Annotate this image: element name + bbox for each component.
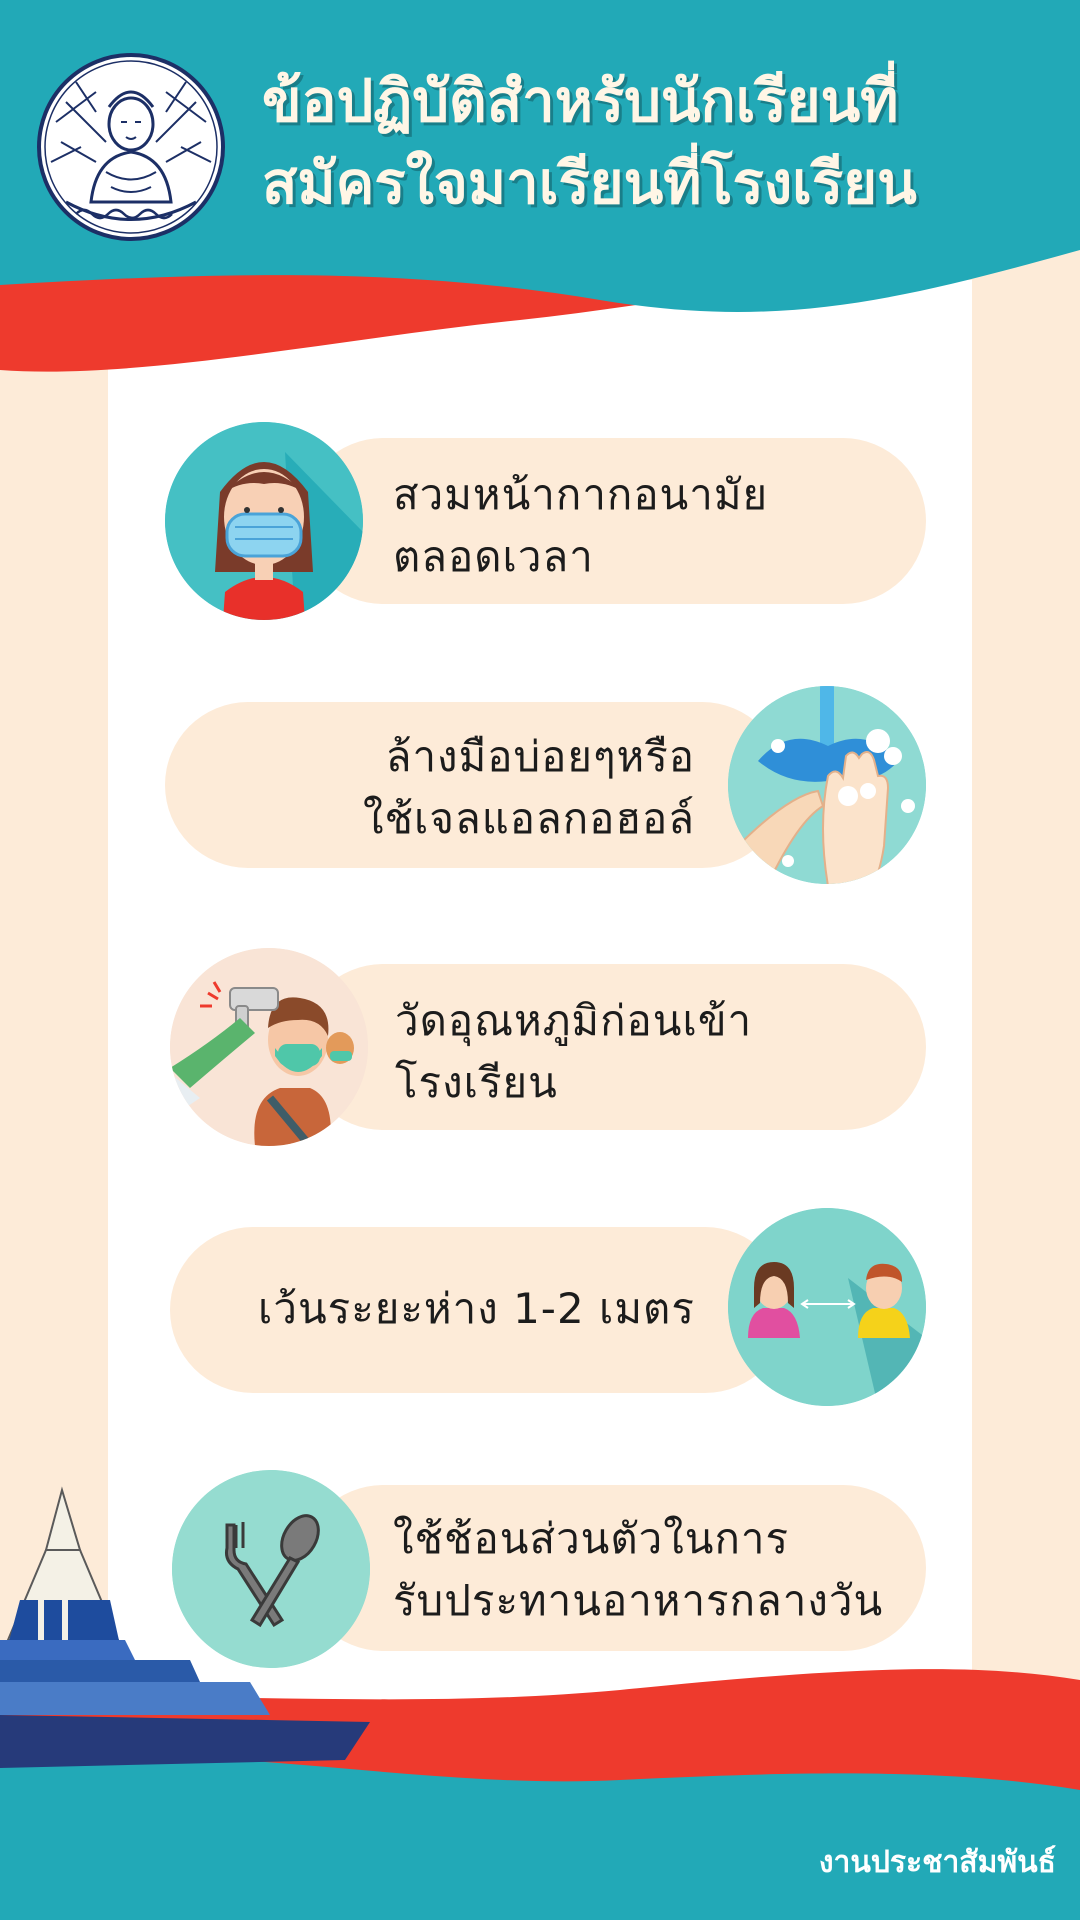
fork-spoon-icon (172, 1470, 370, 1668)
rule-4-line-1: เว้นระยะห่าง 1-2 เมตร (258, 1284, 695, 1333)
rule-3-line-2: โรงเรียน (395, 1058, 558, 1107)
rule-1-line-2: ตลอดเวลา (393, 532, 594, 581)
face-mask-icon (165, 422, 363, 620)
rule-5-line-2: รับประทานอาหารกลางวัน (393, 1576, 884, 1625)
footer-credit: งานประชาสัมพันธ์ (818, 1845, 1056, 1880)
rule-text-cutlery: ใช้ช้อนส่วนตัวในการ รับประทานอาหารกลางวั… (393, 1508, 883, 1632)
rule-5-line-1: ใช้ช้อนส่วนตัวในการ (393, 1514, 790, 1563)
title-line-1: ข้อปฏิบัติสำหรับนักเรียนที่ (262, 67, 899, 135)
rule-2-line-2: ใช้เจลแอลกอฮอล์ (363, 794, 695, 843)
rule-3-line-1: วัดอุณหภูมิก่อนเข้า (395, 996, 753, 1045)
rule-text-handwash: ล้างมือบ่อยๆหรือ ใช้เจลแอลกอฮอล์ (355, 726, 695, 850)
rule-text-temperature: วัดอุณหภูมิก่อนเข้า โรงเรียน (395, 990, 752, 1114)
page-title: ข้อปฏิบัติสำหรับนักเรียนที่ สมัครใจมาเรี… (262, 60, 1062, 224)
school-seal-logo (37, 53, 225, 241)
rule-text-mask: สวมหน้ากากอนามัย ตลอดเวลา (393, 464, 768, 588)
rule-1-line-1: สวมหน้ากากอนามัย (393, 470, 769, 519)
temperature-check-icon (170, 948, 368, 1146)
title-line-2: สมัครใจมาเรียนที่โรงเรียน (262, 149, 917, 217)
hand-washing-icon (728, 686, 926, 884)
rule-text-distancing: เว้นระยะห่าง 1-2 เมตร (258, 1278, 695, 1340)
rule-2-line-1: ล้างมือบ่อยๆหรือ (385, 732, 695, 781)
social-distancing-icon (728, 1208, 926, 1406)
